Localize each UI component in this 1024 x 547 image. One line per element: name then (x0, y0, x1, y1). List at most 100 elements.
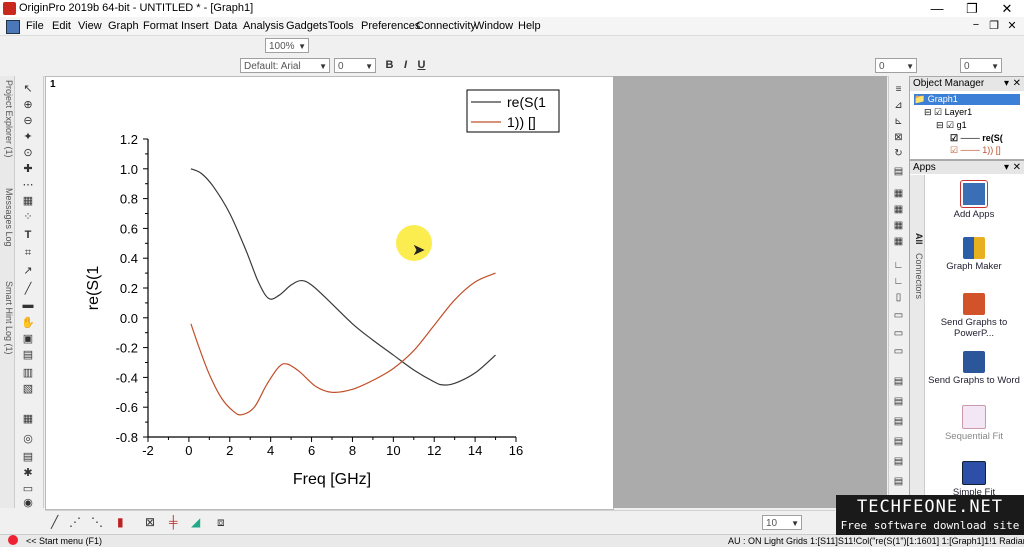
menu-format[interactable]: Format (143, 20, 178, 32)
target-icon[interactable]: ◎ (21, 432, 35, 446)
menu-connectivity[interactable]: Connectivity (416, 20, 476, 32)
symbol-size-combo[interactable]: 0 ▼ (960, 58, 1002, 73)
line-symbol-icon[interactable]: ⋱ (91, 515, 103, 529)
annotation-icon[interactable]: ⌗ (21, 246, 35, 260)
tab-connectors[interactable]: Connectors (910, 253, 924, 299)
tree-item-series2[interactable]: ☑ ─── 1)) [] (950, 145, 1001, 156)
hand-tool-icon[interactable]: ✋ (21, 316, 35, 330)
arrow-tool-icon[interactable]: ↗ (21, 264, 35, 278)
extract-layer-icon[interactable]: ⊾ (892, 116, 905, 129)
chevron-down-icon[interactable]: ▾ (1004, 77, 1009, 91)
tree-item-graph1[interactable]: 📁 Graph1 (914, 94, 1020, 105)
pointer-tool-icon[interactable]: ↖ (21, 82, 35, 96)
layer-content-icon[interactable]: ≡ (892, 84, 905, 97)
data-reader-icon[interactable]: ✚ (21, 162, 35, 176)
menu-tools[interactable]: Tools (328, 20, 354, 32)
text-tool-icon[interactable]: T (21, 228, 35, 242)
draw-data-icon[interactable]: ⁘ (21, 210, 35, 224)
graph-doc-icon[interactable] (6, 20, 20, 34)
menu-view[interactable]: View (78, 20, 102, 32)
refresh-icon[interactable]: ↻ (892, 148, 905, 161)
error-bar-icon[interactable]: ╪ (169, 515, 178, 529)
tree-item-layer1[interactable]: ⊟ ☑ Layer1 (924, 107, 972, 118)
column-plot-icon[interactable]: ▮ (117, 515, 124, 529)
font-combo[interactable]: Default: Arial ▼ (240, 58, 330, 73)
font-size-combo[interactable]: 0 ▼ (334, 58, 376, 73)
align-b-icon[interactable]: ▤ (892, 396, 905, 409)
menu-file[interactable]: File (26, 20, 44, 32)
italic-button[interactable]: I (399, 59, 412, 71)
scatter-plot-icon[interactable]: ⋰ (69, 515, 81, 529)
bold-button[interactable]: B (383, 59, 396, 71)
bottom-combo[interactable]: 10 ▼ (762, 515, 802, 530)
add-axis-icon[interactable]: ⊿ (892, 100, 905, 113)
fit-icon[interactable]: ▤ (892, 166, 905, 179)
zoom-in-tool-icon[interactable]: ⊕ (21, 98, 35, 112)
line-plot-icon[interactable]: ╱ (51, 515, 58, 529)
menu-edit[interactable]: Edit (52, 20, 71, 32)
app-send-graphs-powerpoint[interactable]: Send Graphs to PowerP... (926, 293, 1022, 339)
layer-tool-icon[interactable]: ▤ (21, 348, 35, 362)
tree-item-g1[interactable]: ⊟ ☑ g1 (936, 120, 967, 131)
print-icon[interactable]: ◉ (21, 496, 35, 510)
image-tool-icon[interactable]: ▣ (21, 332, 35, 346)
tree-item-series1[interactable]: ☑ ─── re(S( (950, 133, 1003, 144)
object-icon[interactable]: ▧ (21, 382, 35, 396)
data-selector-icon[interactable]: ⋯ (21, 178, 35, 192)
rescale-icon[interactable]: ▥ (21, 366, 35, 380)
color-palette-icon[interactable]: ▦ (21, 412, 35, 426)
screen-reader-icon[interactable]: ⊙ (21, 146, 35, 160)
menu-analysis[interactable]: Analysis (243, 20, 284, 32)
app-graph-maker[interactable]: Graph Maker (926, 237, 1022, 272)
align-c-icon[interactable]: ▤ (892, 416, 905, 429)
zoom-combo[interactable]: 100% ▼ (265, 38, 309, 53)
page-b-icon[interactable]: ▭ (892, 328, 905, 341)
page-icon[interactable]: ▭ (892, 310, 905, 323)
menu-graph[interactable]: Graph (108, 20, 139, 32)
axis-scale-icon[interactable]: ∟ (892, 260, 905, 273)
area-plot-icon[interactable]: ◢ (191, 515, 200, 529)
line-width-combo[interactable]: 0 ▼ (875, 58, 917, 73)
close-button[interactable]: ✕ (990, 0, 1024, 17)
menu-preferences[interactable]: Preferences (361, 20, 420, 32)
axis-break-icon[interactable]: ∟ (892, 276, 905, 289)
align-d-icon[interactable]: ▤ (892, 436, 905, 449)
line-tool-icon[interactable]: ╱ (21, 282, 35, 296)
app-send-graphs-word[interactable]: Send Graphs to Word (926, 351, 1022, 386)
menu-help[interactable]: Help (518, 20, 541, 32)
tab-smart-hint-log[interactable]: Smart Hint Log (1) (0, 281, 14, 355)
tab-messages-log[interactable]: Messages Log (0, 188, 14, 247)
rectangle-tool-icon[interactable]: ▬ (21, 298, 35, 312)
bar-icon[interactable]: ▯ (892, 292, 905, 305)
graph-window[interactable]: 1 -2 0 2 4 6 8 10 12 14 16 -0.8 -0.6 -0.4 -0.2 0.0 0.2 0… (45, 76, 614, 510)
zoom-out-tool-icon[interactable]: ⊖ (21, 114, 35, 128)
scale-tool-icon[interactable]: ✦ (21, 130, 35, 144)
tab-all[interactable]: All (910, 233, 924, 245)
mask-tool-icon[interactable]: ▦ (21, 194, 35, 208)
grid-b-icon[interactable]: ▦ (892, 204, 905, 217)
maximize-button[interactable]: ❐ (955, 0, 989, 17)
menu-insert[interactable]: Insert (181, 20, 209, 32)
mdi-restore-button[interactable]: ❐ (986, 19, 1002, 32)
mdi-close-button[interactable]: ✕ (1004, 19, 1020, 32)
marker-icon[interactable]: ✱ (21, 466, 35, 480)
app-simple-fit[interactable]: Simple Fit (926, 461, 1022, 498)
start-menu-icon[interactable] (8, 535, 18, 545)
export-icon[interactable]: ▭ (21, 482, 35, 496)
matrix-icon[interactable]: ⊠ (145, 515, 155, 529)
align-e-icon[interactable]: ▤ (892, 456, 905, 469)
chevron-down-icon[interactable]: ▾ (1004, 161, 1009, 174)
start-menu-hint[interactable]: << Start menu (F1) (26, 535, 102, 547)
merge-icon[interactable]: ⊠ (892, 132, 905, 145)
page-c-icon[interactable]: ▭ (892, 346, 905, 359)
menu-window[interactable]: Window (474, 20, 513, 32)
close-icon[interactable]: ✕ (1013, 77, 1021, 91)
grid-c-icon[interactable]: ▦ (892, 220, 905, 233)
align-icon[interactable]: ▤ (892, 376, 905, 389)
app-sequential-fit[interactable]: Sequential Fit (926, 405, 1022, 442)
grid-d-icon[interactable]: ▦ (892, 236, 905, 249)
box-plot-icon[interactable]: ⧈ (217, 515, 225, 530)
grid-a-icon[interactable]: ▦ (892, 188, 905, 201)
menu-gadgets[interactable]: Gadgets (286, 20, 328, 32)
close-icon[interactable]: ✕ (1013, 161, 1021, 174)
